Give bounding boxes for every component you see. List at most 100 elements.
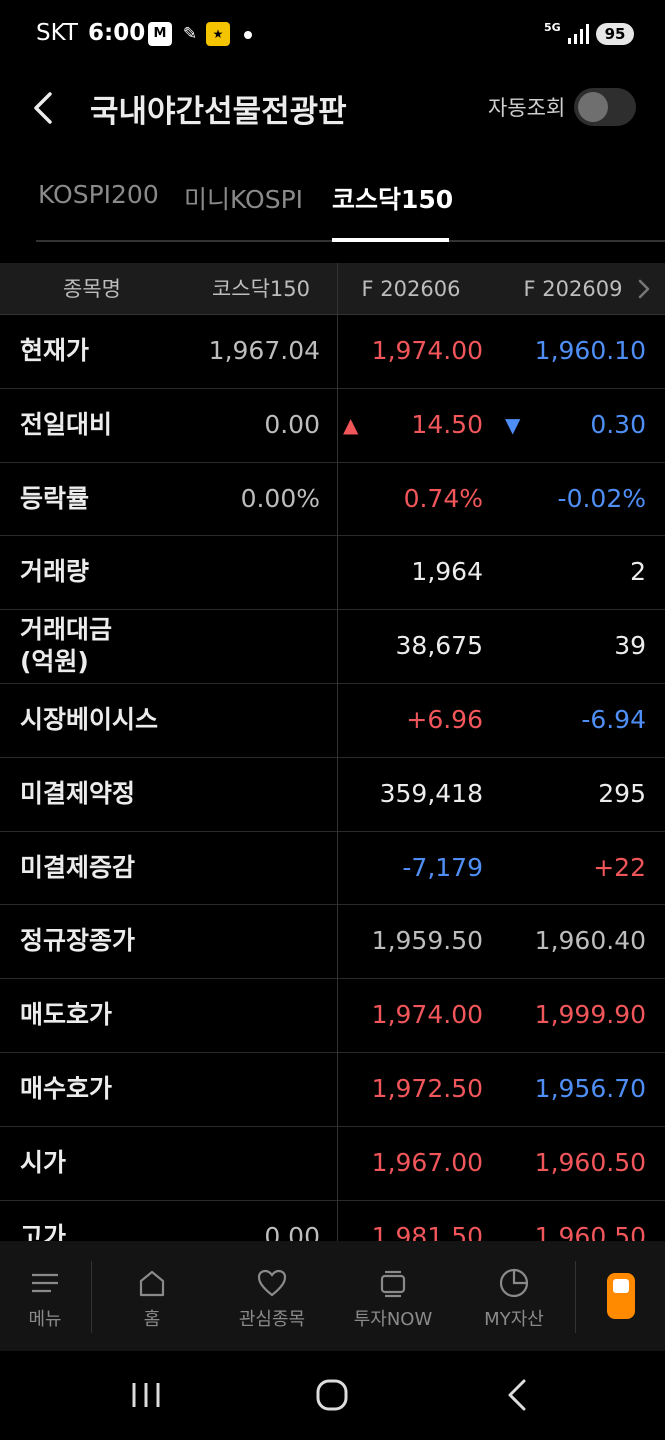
nav-invest-now[interactable]: 투자NOW <box>332 1241 454 1351</box>
f202606-value: 1,981.50 <box>371 1221 483 1241</box>
table-row: 미결제약정 359,418 295 <box>0 758 665 832</box>
f202606-value: 0.74% <box>403 483 483 513</box>
f202609-value: 39 <box>614 631 646 661</box>
index-value <box>180 1053 320 1125</box>
recent-apps-icon[interactable] <box>126 1377 166 1413</box>
index-value <box>180 979 320 1051</box>
f202609-value: -0.02% <box>557 483 646 513</box>
table-row: 현재가 1,967.04 1,974.00 1,960.10 <box>0 315 665 389</box>
battery-icon: 95 <box>596 23 634 45</box>
column-divider <box>337 263 338 1241</box>
f202609-value: 0.30 <box>590 409 646 439</box>
tab-mini-kospi[interactable]: 미니KOSPI <box>184 180 303 216</box>
column-header-name: 종목명 <box>63 277 121 301</box>
nav-watchlist[interactable]: 관심종목 <box>212 1241 332 1351</box>
f202606-value: 1,974.00 <box>371 1000 483 1030</box>
row-label: 거래대금 (억원) <box>20 615 113 677</box>
system-nav-bar <box>0 1351 665 1440</box>
system-back-icon[interactable] <box>498 1377 538 1413</box>
carrier-label: SKT <box>36 20 78 46</box>
tab-kospi200[interactable]: KOSPI200 <box>38 180 159 209</box>
f202609-value: 1,956.70 <box>534 1073 646 1103</box>
nav-home[interactable]: 홈 <box>92 1241 212 1351</box>
index-value <box>180 905 320 977</box>
f202606-value: +6.96 <box>406 704 483 734</box>
row-label: 매수호가 <box>20 1073 113 1103</box>
f202609-value: -6.94 <box>581 704 646 734</box>
f202606-value: 14.50 <box>411 409 483 439</box>
row-label: 등락률 <box>20 483 90 513</box>
menu-icon <box>32 1273 58 1293</box>
status-bar: SKT 6:00 M ✎ ★ 5G 95 <box>0 0 665 70</box>
table-body: 현재가 1,967.04 1,974.00 1,960.10 전일대비 0.00 ▲ 14.5… <box>0 315 665 1241</box>
f202606-value: 1,972.50 <box>371 1073 483 1103</box>
auto-refresh-toggle[interactable] <box>574 88 636 126</box>
auto-refresh-label: 자동조회 <box>488 96 566 120</box>
f202609-value: 295 <box>598 778 646 808</box>
table-row: 시장베이시스 +6.96 -6.94 <box>0 684 665 758</box>
row-label: 현재가 <box>20 336 90 365</box>
table-row: 미결제증감 -7,179 +22 <box>0 832 665 906</box>
clock: 6:00 <box>88 20 146 46</box>
nav-label: 관심종목 <box>238 1309 306 1330</box>
f202609-value: 1,960.40 <box>534 926 646 956</box>
f202606-value: 1,974.00 <box>371 336 483 365</box>
row-label: 전일대비 <box>20 409 113 439</box>
index-value <box>180 536 320 608</box>
table-row: 정규장종가 1,959.50 1,960.40 <box>0 905 665 980</box>
table-row: 전일대비 0.00 ▲ 14.50 ▼ 0.30 <box>0 389 665 463</box>
row-label: 매도호가 <box>20 1000 113 1030</box>
row-label: 거래량 <box>20 557 90 587</box>
f202609-value: 2 <box>630 557 646 587</box>
home-button-icon[interactable] <box>312 1377 352 1413</box>
f202606-value: -7,179 <box>402 852 483 882</box>
row-label: 정규장종가 <box>20 926 136 956</box>
table-row: 매수호가 1,972.50 1,956.70 <box>0 1053 665 1127</box>
home-icon <box>139 1270 165 1297</box>
walking-app-icon: ✎ <box>182 24 198 44</box>
table-row: 거래대금 (억원) 38,675 39 <box>0 610 665 684</box>
market-tabs: KOSPI200 미니KOSPI 코스닥150 <box>36 150 665 242</box>
active-tab-indicator <box>332 238 449 242</box>
table-row: 고가 0.00 1,981.50 1,960.50 <box>0 1201 665 1241</box>
stack-icon <box>380 1270 406 1298</box>
notification-dot-icon <box>244 31 252 39</box>
row-label: 시장베이시스 <box>20 704 159 734</box>
chevron-right-icon[interactable] <box>636 277 652 301</box>
column-header-f202606: F 202606 <box>361 277 461 301</box>
f202609-value: +22 <box>593 852 646 882</box>
tab-kosdaq150[interactable]: 코스닥150 <box>332 180 453 216</box>
nav-menu[interactable]: 메뉴 <box>0 1241 90 1351</box>
table-row: 거래량 1,964 2 <box>0 536 665 611</box>
app-shortcut-inner <box>613 1279 629 1293</box>
nav-my-assets[interactable]: MY자산 <box>454 1241 574 1351</box>
index-value <box>180 684 320 756</box>
table-row: 등락률 0.00% 0.74% -0.02% <box>0 463 665 537</box>
index-value <box>180 832 320 904</box>
signal-icon <box>568 24 589 44</box>
app-header: 국내야간선물전광판 자동조회 <box>0 70 665 150</box>
index-value: 0.00% <box>240 483 320 513</box>
f202609-value: 1,999.90 <box>534 1000 646 1030</box>
nav-label: 홈 <box>143 1309 161 1330</box>
back-arrow-icon[interactable] <box>28 84 64 132</box>
table-row: 매도호가 1,974.00 1,999.90 <box>0 979 665 1053</box>
kakao-icon: ★ <box>206 22 230 46</box>
row-label: 미결제증감 <box>20 852 136 882</box>
f202606-value: 1,959.50 <box>371 926 483 956</box>
column-header-index: 코스닥150 <box>211 277 310 301</box>
index-value <box>180 610 320 682</box>
pie-chart-icon <box>499 1268 529 1298</box>
row-label: 고가 <box>20 1221 67 1241</box>
f202606-value: 1,967.00 <box>371 1147 483 1177</box>
m-stock-icon: M <box>148 22 172 46</box>
f202609-value: 1,960.50 <box>534 1221 646 1241</box>
futures-board-table[interactable]: 종목명 코스닥150 F 202606 F 202609 현재가 1,967.04… <box>0 263 665 1241</box>
toggle-knob <box>578 92 608 122</box>
index-value: 0.00 <box>264 1221 320 1241</box>
app-shortcut-icon[interactable] <box>607 1273 635 1319</box>
f202609-value: 1,960.50 <box>534 1147 646 1177</box>
bottom-nav: 메뉴 홈 관심종목 투자NOW MY자산 <box>0 1241 665 1351</box>
f202606-value: 38,675 <box>395 631 483 661</box>
row-label: 미결제약정 <box>20 778 136 808</box>
